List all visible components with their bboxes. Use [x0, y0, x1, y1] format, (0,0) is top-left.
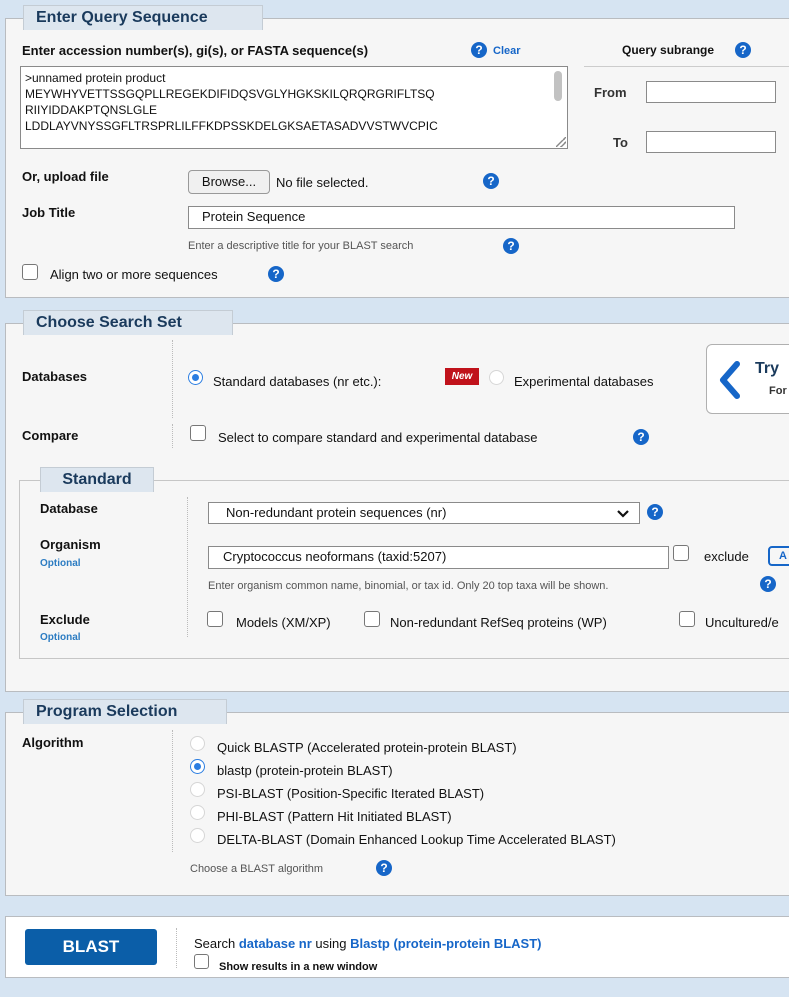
query-legend: Enter Query Sequence: [23, 5, 263, 30]
database-label: Database: [40, 501, 98, 516]
new-window-label: Show results in a new window: [219, 961, 378, 973]
organism-label: Organism: [40, 537, 101, 552]
sequence-line: LDDLAYVNYSSGFLTRSPRLILFFKDPSSKDELGKSAETA…: [25, 119, 438, 133]
subrange-divider: [584, 66, 789, 67]
help-icon[interactable]: ?: [735, 42, 751, 58]
to-label: To: [613, 135, 628, 150]
new-badge: New: [445, 368, 479, 385]
from-label: From: [594, 85, 627, 100]
try-sub-label: For: [769, 385, 787, 397]
help-icon[interactable]: ?: [633, 429, 649, 445]
job-title-label: Job Title: [22, 205, 76, 220]
exclude-word: exclude: [704, 549, 749, 564]
browse-button[interactable]: Browse...: [188, 170, 270, 194]
column-separator: [172, 424, 173, 448]
exclude-refseq-checkbox[interactable]: [364, 611, 380, 627]
exclude-uncultured-label: Uncultured/e: [705, 615, 779, 630]
to-input[interactable]: [646, 131, 776, 153]
search-database-link[interactable]: database nr: [239, 936, 312, 951]
organism-input[interactable]: Cryptococcus neoformans (taxid:5207): [208, 546, 669, 569]
resize-handle-icon[interactable]: [556, 137, 566, 147]
compare-label: Compare: [22, 428, 79, 443]
chevron-down-icon: [617, 510, 629, 518]
program-legend: Program Selection: [23, 699, 227, 724]
sequence-line: >unnamed protein product: [25, 71, 166, 85]
help-icon[interactable]: ?: [268, 266, 284, 282]
algorithm-radio-delta-blast[interactable]: [190, 828, 205, 843]
exclude-models-label: Models (XM/XP): [236, 615, 331, 630]
upload-label: Or, upload file: [22, 169, 109, 184]
no-file-text: No file selected.: [276, 175, 369, 190]
exclude-optional-label: Optional: [40, 632, 81, 643]
blast-button[interactable]: BLAST: [25, 929, 157, 965]
algorithm-label: Algorithm: [22, 735, 84, 750]
search-set-legend: Choose Search Set: [23, 310, 233, 335]
help-icon[interactable]: ?: [376, 860, 392, 876]
query-subrange-label: Query subrange: [622, 43, 715, 57]
organism-exclude-checkbox[interactable]: [673, 545, 689, 561]
column-separator: [172, 340, 173, 418]
database-select-value: Non-redundant protein sequences (nr): [226, 505, 447, 520]
algorithm-label-phi-blast: PHI-BLAST (Pattern Hit Initiated BLAST): [217, 809, 452, 824]
algorithm-radio-phi-blast[interactable]: [190, 805, 205, 820]
algorithm-label-psi-blast: PSI-BLAST (Position-Specific Iterated BL…: [217, 786, 485, 801]
query-panel: [5, 18, 789, 298]
align-label: Align two or more sequences: [50, 267, 218, 282]
help-icon[interactable]: ?: [503, 238, 519, 254]
help-icon[interactable]: ?: [647, 504, 663, 520]
try-label: Try: [755, 360, 780, 377]
exclude-refseq-label: Non-redundant RefSeq proteins (WP): [390, 615, 607, 630]
compare-label-text: Select to compare standard and experimen…: [218, 430, 538, 445]
add-organism-button[interactable]: A: [768, 546, 789, 566]
textarea-scrollbar[interactable]: [554, 71, 562, 101]
search-summary: Search database nr using Blastp (protein…: [194, 936, 542, 951]
search-summary-text: Search: [194, 936, 239, 951]
choose-algorithm-hint: Choose a BLAST algorithm: [190, 863, 324, 875]
compare-checkbox[interactable]: [190, 425, 206, 441]
job-title-input[interactable]: Protein Sequence: [188, 206, 735, 229]
column-separator: [187, 497, 188, 637]
sequence-line: MEYWHYVETTSSGQPLLREGEKDIFIDQSVGLYHGKSKIL…: [25, 87, 435, 101]
organism-hint: Enter organism common name, binomial, or…: [208, 580, 609, 592]
algorithm-label-quick-blastp: Quick BLASTP (Accelerated protein-protei…: [217, 740, 517, 755]
help-icon[interactable]: ?: [471, 42, 487, 58]
help-icon[interactable]: ?: [483, 173, 499, 189]
organism-optional-label: Optional: [40, 558, 81, 569]
enter-sequence-label: Enter accession number(s), gi(s), or FAS…: [22, 43, 369, 58]
from-input[interactable]: [646, 81, 776, 103]
sequence-textarea[interactable]: >unnamed protein product MEYWHYVETTSSGQP…: [20, 66, 568, 149]
databases-label: Databases: [22, 369, 88, 384]
try-experimental-card[interactable]: Try For: [706, 344, 789, 414]
exclude-label: Exclude: [40, 612, 90, 627]
standard-databases-label: Standard databases (nr etc.):: [213, 374, 382, 389]
algorithm-radio-quick-blastp[interactable]: [190, 736, 205, 751]
job-title-hint: Enter a descriptive title for your BLAST…: [188, 240, 414, 252]
experimental-databases-label: Experimental databases: [514, 374, 654, 389]
align-checkbox[interactable]: [22, 264, 38, 280]
new-window-checkbox[interactable]: [194, 954, 209, 969]
standard-legend: Standard: [40, 467, 154, 492]
search-summary-text: using: [311, 936, 351, 951]
chevron-left-icon: [720, 361, 740, 399]
experimental-databases-radio[interactable]: [489, 370, 504, 385]
clear-link[interactable]: Clear: [493, 45, 521, 57]
sequence-line: RIIYIDDAKPTQNSLGLE: [25, 103, 158, 117]
algorithm-label-blastp: blastp (protein-protein BLAST): [217, 763, 393, 778]
column-separator: [172, 730, 173, 852]
database-select[interactable]: Non-redundant protein sequences (nr): [208, 502, 640, 524]
standard-databases-radio[interactable]: [188, 370, 203, 385]
algorithm-radio-psi-blast[interactable]: [190, 782, 205, 797]
help-icon[interactable]: ?: [760, 576, 776, 592]
column-separator: [176, 928, 177, 968]
exclude-models-checkbox[interactable]: [207, 611, 223, 627]
exclude-uncultured-checkbox[interactable]: [679, 611, 695, 627]
search-program-link[interactable]: Blastp (protein-protein BLAST): [350, 936, 541, 951]
algorithm-label-delta-blast: DELTA-BLAST (Domain Enhanced Lookup Time…: [217, 832, 616, 847]
algorithm-radio-blastp[interactable]: [190, 759, 205, 774]
